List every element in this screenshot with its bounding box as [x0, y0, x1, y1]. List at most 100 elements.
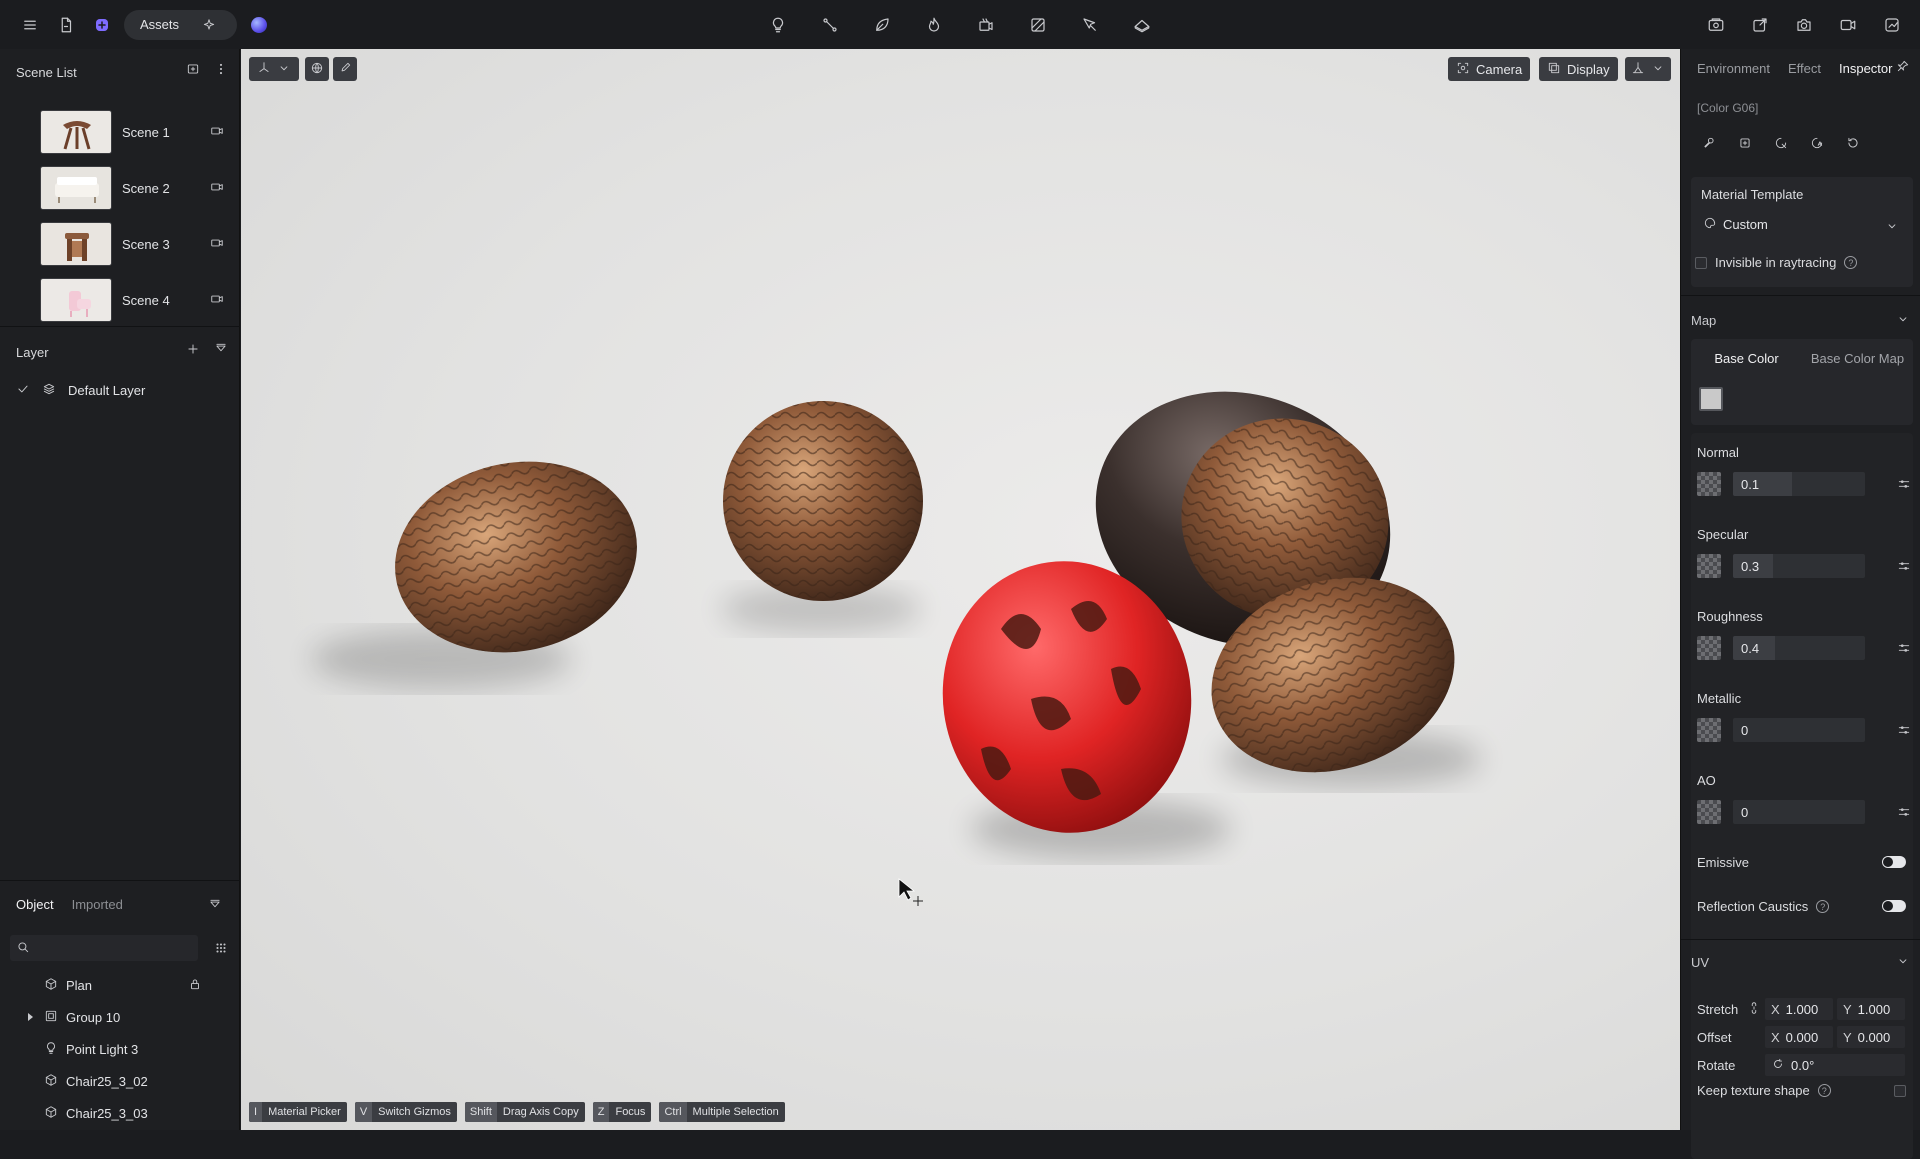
share-icon[interactable]: [1874, 7, 1910, 43]
base-color-swatch[interactable]: [1699, 387, 1723, 411]
help-icon[interactable]: ?: [1844, 256, 1858, 269]
link-icon[interactable]: [1747, 1001, 1761, 1018]
path-icon[interactable]: [812, 7, 848, 43]
chevron-down-icon[interactable]: [1896, 312, 1910, 329]
scene-item[interactable]: Scene 3: [40, 218, 230, 270]
adjust-icon[interactable]: [1897, 477, 1911, 494]
tab-base-color-map[interactable]: Base Color Map: [1802, 347, 1913, 370]
tree-row-light[interactable]: Point Light 3: [44, 1037, 244, 1061]
light-bulb-icon[interactable]: [760, 7, 796, 43]
layer-item-default[interactable]: Default Layer: [16, 382, 145, 399]
offset-x-field[interactable]: X 0.000: [1765, 1026, 1833, 1048]
grid-view-icon[interactable]: [208, 935, 234, 961]
material-picker-icon[interactable]: [1697, 131, 1721, 155]
texture-slot[interactable]: [1697, 472, 1721, 496]
pen-tool-icon[interactable]: [1072, 7, 1108, 43]
texture-slot[interactable]: [1697, 636, 1721, 660]
metallic-field[interactable]: [1733, 718, 1865, 742]
add-scene-icon[interactable]: [186, 62, 200, 79]
keep-texture-checkbox[interactable]: [1894, 1085, 1906, 1097]
material-icon[interactable]: [1020, 7, 1056, 43]
normal-field[interactable]: [1733, 472, 1865, 496]
check-icon[interactable]: [16, 382, 30, 399]
specular-field[interactable]: [1733, 554, 1865, 578]
tree-row-chair[interactable]: Chair25_3_02: [44, 1069, 244, 1093]
tab-base-color[interactable]: Base Color: [1691, 347, 1802, 370]
camera-icon[interactable]: [1786, 7, 1822, 43]
texture-slot[interactable]: [1697, 718, 1721, 742]
filter-icon[interactable]: [208, 898, 222, 915]
texture-slot[interactable]: [1697, 554, 1721, 578]
tree-row-chair[interactable]: Chair25_3_03: [44, 1101, 244, 1125]
pin-icon[interactable]: [1896, 59, 1910, 76]
adjust-icon[interactable]: [1897, 805, 1911, 822]
filter-icon[interactable]: [214, 342, 228, 359]
assets-button[interactable]: Assets: [124, 7, 238, 43]
eyedropper-button[interactable]: [333, 57, 357, 81]
fire-icon[interactable]: [916, 7, 952, 43]
add-layer-icon[interactable]: [186, 342, 200, 359]
tab-inspector[interactable]: Inspector: [1839, 61, 1892, 76]
help-icon[interactable]: ?: [1817, 1084, 1831, 1097]
tab-object[interactable]: Object: [16, 897, 54, 912]
stretch-x-field[interactable]: X 1.000: [1765, 998, 1833, 1020]
scene-camera-icon[interactable]: [210, 180, 224, 197]
roughness-input[interactable]: [1733, 636, 1865, 660]
stretch-y-field[interactable]: Y 1.000: [1837, 998, 1905, 1020]
replace-material-icon[interactable]: [1769, 131, 1793, 155]
rotate-field[interactable]: 0.0°: [1765, 1054, 1905, 1076]
emissive-toggle[interactable]: [1882, 856, 1906, 868]
orb-icon[interactable]: [251, 16, 268, 33]
tab-effect[interactable]: Effect: [1788, 61, 1821, 76]
leaf-icon[interactable]: [864, 7, 900, 43]
render-icon[interactable]: [1698, 7, 1734, 43]
reset-icon[interactable]: [1841, 131, 1865, 155]
duplicate-material-icon[interactable]: [1733, 131, 1757, 155]
plugin-icon[interactable]: [84, 7, 120, 43]
render-mode-dropdown[interactable]: [1625, 57, 1671, 81]
reflection-caustics-toggle[interactable]: [1882, 900, 1906, 912]
video-icon[interactable]: [1830, 7, 1866, 43]
chevron-down-icon[interactable]: [1896, 954, 1910, 971]
nutmeg-object[interactable]: [723, 401, 923, 601]
scene-item[interactable]: Scene 4: [40, 274, 230, 326]
tab-environment[interactable]: Environment: [1697, 61, 1770, 76]
camera-button[interactable]: Camera: [1448, 57, 1531, 81]
specular-input[interactable]: [1733, 554, 1865, 578]
expand-caret-icon[interactable]: [28, 1013, 33, 1021]
offset-y-field[interactable]: Y 0.000: [1837, 1026, 1905, 1048]
tree-row-plan[interactable]: Plan: [44, 973, 244, 997]
roughness-field[interactable]: [1733, 636, 1865, 660]
ai-material-icon[interactable]: [1805, 131, 1829, 155]
ao-field[interactable]: [1733, 800, 1865, 824]
help-icon[interactable]: ?: [1816, 900, 1830, 913]
invisible-raytracing-checkbox[interactable]: [1695, 256, 1707, 269]
ao-input[interactable]: [1733, 800, 1865, 824]
gizmo-dropdown[interactable]: [249, 57, 299, 81]
more-options-icon[interactable]: [214, 62, 228, 79]
lock-icon[interactable]: [188, 977, 202, 994]
tab-imported[interactable]: Imported: [72, 897, 123, 912]
scene-item[interactable]: Scene 2: [40, 162, 230, 214]
normal-input[interactable]: [1733, 472, 1865, 496]
3d-viewport[interactable]: Camera Display I Material Picker V Switch …: [241, 49, 1680, 1130]
scene-camera-icon[interactable]: [210, 236, 224, 253]
display-button[interactable]: Display: [1539, 57, 1618, 81]
adjust-icon[interactable]: [1897, 723, 1911, 740]
scene-camera-icon[interactable]: [210, 124, 224, 141]
menu-icon[interactable]: [12, 7, 48, 43]
world-space-button[interactable]: [305, 57, 329, 81]
metallic-input[interactable]: [1733, 718, 1865, 742]
texture-slot[interactable]: [1697, 800, 1721, 824]
video-edit-icon[interactable]: [968, 7, 1004, 43]
scene-camera-icon[interactable]: [210, 292, 224, 309]
tree-row-group[interactable]: Group 10: [28, 1005, 244, 1029]
search-input[interactable]: [36, 941, 186, 955]
ai-sparkle-icon[interactable]: [191, 7, 227, 43]
adjust-icon[interactable]: [1897, 641, 1911, 658]
file-icon[interactable]: [48, 7, 84, 43]
export-icon[interactable]: [1742, 7, 1778, 43]
scene-item[interactable]: Scene 1: [40, 106, 230, 158]
material-template-dropdown[interactable]: Custom: [1697, 211, 1907, 237]
adjust-icon[interactable]: [1897, 559, 1911, 576]
